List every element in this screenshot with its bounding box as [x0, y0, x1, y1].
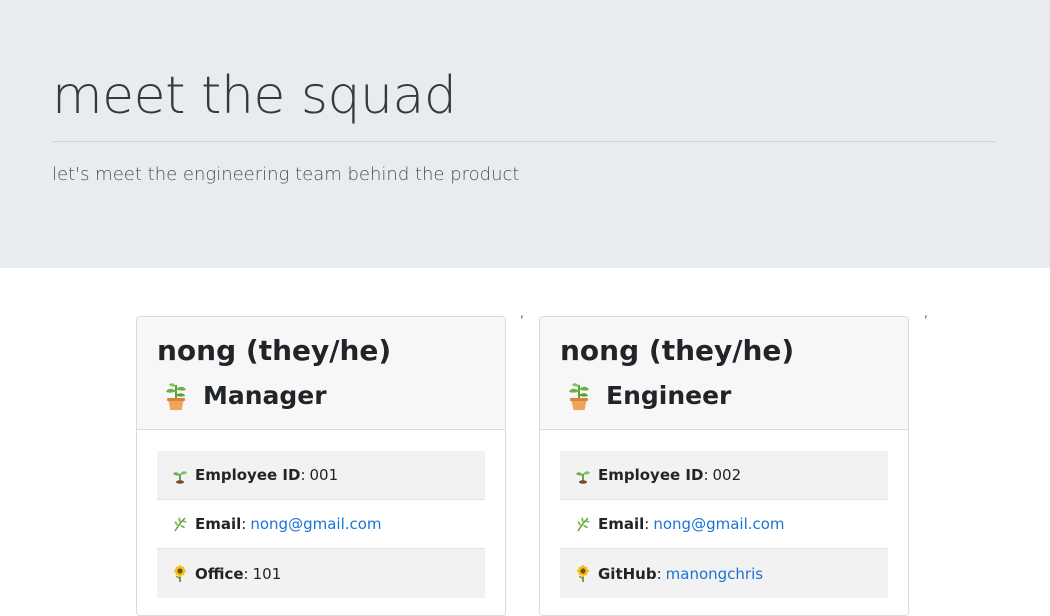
potted-plant-icon	[166, 383, 186, 410]
employee-card: nong (they/he) Manager Employee ID: 001 …	[136, 316, 506, 616]
list-item-github: GitHub: manongchris	[560, 549, 888, 598]
sunflower-icon	[174, 564, 186, 582]
role-label: Engineer	[606, 381, 732, 410]
seedling-icon	[173, 471, 187, 484]
card-header: nong (they/he) Manager	[137, 317, 505, 430]
employee-card: nong (they/he) Engineer Employee ID: 002…	[539, 316, 909, 616]
email-link[interactable]: nong@gmail.com	[250, 515, 381, 533]
employee-name: nong (they/he)	[560, 334, 795, 367]
list-item-office: Office: 101	[157, 549, 485, 598]
header-divider	[52, 141, 996, 142]
employee-role: Engineer	[566, 377, 731, 415]
employee-role: Manager	[163, 377, 327, 415]
jumbotron-header: meet the squad let's meet the engineerin…	[0, 0, 1050, 268]
list-item-employee-id: Employee ID: 001	[157, 451, 485, 500]
employee-name: nong (they/he)	[157, 334, 392, 367]
employee-details-list: Employee ID: 002 Email: nong@gmail.com G…	[560, 451, 888, 598]
list-item-employee-id: Employee ID: 002	[560, 451, 888, 500]
potted-plant-icon	[569, 383, 589, 410]
herb-icon	[577, 517, 590, 532]
role-label: Manager	[203, 381, 327, 410]
employee-details-list: Employee ID: 001 Email: nong@gmail.com O…	[157, 451, 485, 598]
list-item-email: Email: nong@gmail.com	[157, 500, 485, 549]
sunflower-icon	[577, 564, 589, 582]
stray-comma: ,	[520, 306, 524, 320]
github-link[interactable]: manongchris	[666, 565, 763, 583]
herb-icon	[174, 517, 187, 532]
list-item-email: Email: nong@gmail.com	[560, 500, 888, 549]
stray-comma: ,	[924, 306, 928, 320]
page-subtitle: let's meet the engineering team behind t…	[52, 164, 520, 185]
email-link[interactable]: nong@gmail.com	[653, 515, 784, 533]
seedling-icon	[576, 471, 590, 484]
page-title: meet the squad	[52, 66, 457, 126]
card-header: nong (they/he) Engineer	[540, 317, 908, 430]
